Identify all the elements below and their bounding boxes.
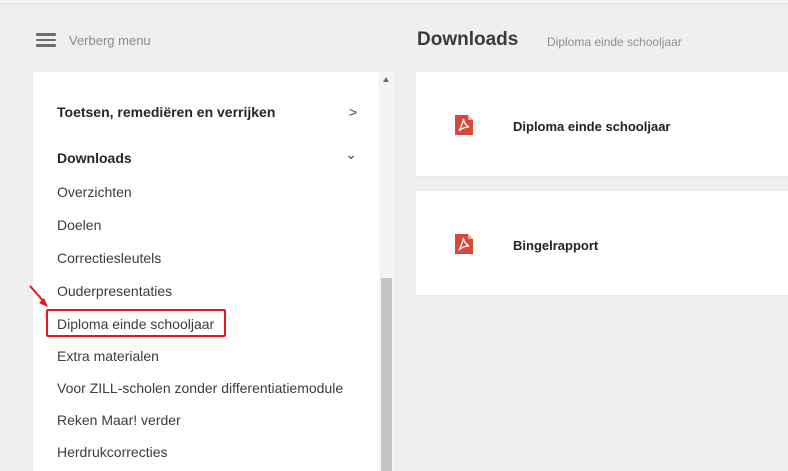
card-label: Bingelrapport xyxy=(513,238,599,253)
hide-menu-button[interactable]: Verberg menu xyxy=(69,33,151,48)
sidebar-section-label: Downloads xyxy=(57,150,132,166)
breadcrumb: Diploma einde schooljaar xyxy=(547,35,682,49)
sidebar-item-overzichten[interactable]: Overzichten xyxy=(57,184,132,200)
pdf-icon xyxy=(455,234,473,254)
sidebar-section-downloads[interactable]: Downloads ⌄ xyxy=(57,146,357,166)
sidebar-item-zill[interactable]: Voor ZILL-scholen zonder differentiatiem… xyxy=(57,380,343,396)
highlight-annotation-box xyxy=(46,309,226,337)
pdf-icon xyxy=(455,115,473,135)
sidebar-menu: Toetsen, remediëren en verrijken > Downl… xyxy=(33,72,393,471)
download-card[interactable]: Diploma einde schooljaar xyxy=(416,72,788,176)
download-card[interactable]: Bingelrapport xyxy=(416,191,788,295)
chevron-down-icon: ⌄ xyxy=(345,146,357,162)
scroll-up-arrow-icon[interactable] xyxy=(383,77,389,82)
sidebar-item-doelen[interactable]: Doelen xyxy=(57,217,101,233)
sidebar-item-reken-maar[interactable]: Reken Maar! verder xyxy=(57,412,181,428)
top-strip xyxy=(0,0,788,4)
page-title: Downloads xyxy=(417,29,519,50)
sidebar-scrollbar-thumb[interactable] xyxy=(381,278,392,471)
card-label: Diploma einde schooljaar xyxy=(513,119,671,134)
red-arrow-annotation-icon xyxy=(29,285,48,307)
sidebar-section-label: Toetsen, remediëren en verrijken xyxy=(57,104,276,120)
chevron-right-icon: > xyxy=(348,104,357,120)
sidebar-section-toetsen[interactable]: Toetsen, remediëren en verrijken > xyxy=(57,104,357,120)
sidebar-item-herdrukcorrecties[interactable]: Herdrukcorrecties xyxy=(57,444,167,460)
sidebar-item-ouderpresentaties[interactable]: Ouderpresentaties xyxy=(57,283,172,299)
sidebar-item-extra-materialen[interactable]: Extra materialen xyxy=(57,348,159,364)
sidebar-item-correctiesleutels[interactable]: Correctiesleutels xyxy=(57,250,161,266)
